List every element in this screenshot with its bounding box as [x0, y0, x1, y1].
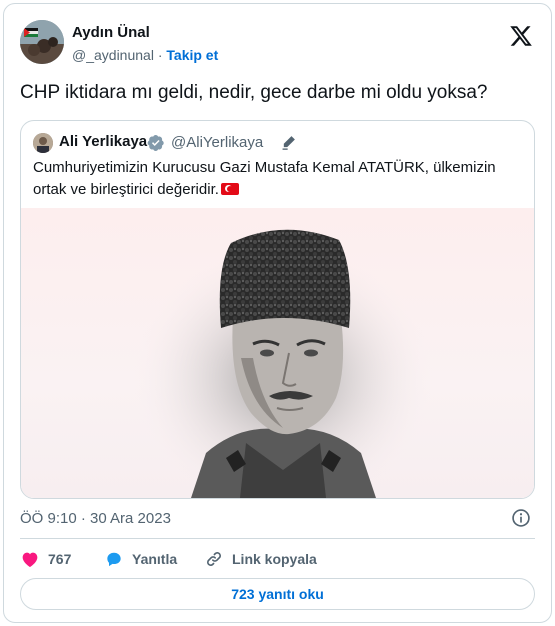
reply-button[interactable]: Yanıtla	[104, 547, 177, 571]
quoted-avatar-image	[33, 133, 53, 153]
tweet-header: Aydın Ünal @_aydinunal · Takip et	[20, 18, 535, 66]
action-bar: 767 Yanıtla Link kopyala	[20, 547, 530, 571]
copy-link-button[interactable]: Link kopyala	[204, 547, 317, 571]
tweet-text: CHP iktidara mı geldi, nedir, gece darbe…	[20, 82, 488, 103]
quoted-author-avatar[interactable]	[33, 133, 53, 153]
quoted-tweet[interactable]: Ali Yerlikaya @AliYerlikaya Cumhuriyetim…	[20, 120, 535, 499]
reply-label: Yanıtla	[132, 551, 178, 567]
quoted-author-name[interactable]: Ali Yerlikaya	[59, 133, 147, 150]
divider	[20, 538, 535, 539]
dot-separator: ·	[157, 47, 163, 63]
x-logo-icon[interactable]	[509, 24, 533, 48]
turkey-flag-icon	[220, 183, 239, 195]
tweet-timestamp[interactable]: ÖÖ 9:10 · 30 Ara 2023	[20, 510, 171, 527]
author-avatar[interactable]	[20, 20, 64, 64]
portrait-illustration	[133, 229, 433, 498]
info-icon[interactable]	[511, 508, 531, 528]
author-handle[interactable]: @_aydinunal	[72, 47, 154, 63]
quoted-author-handle[interactable]: @AliYerlikaya	[171, 134, 263, 151]
avatar-image	[20, 20, 64, 64]
like-button[interactable]: 767	[20, 547, 71, 571]
like-count: 767	[48, 551, 72, 567]
link-icon	[207, 552, 221, 566]
reply-bubble-icon	[107, 552, 121, 567]
verified-badge-icon	[147, 134, 164, 152]
author-handle-line: @_aydinunal · Takip et	[72, 47, 218, 63]
tweet-card: Aydın Ünal @_aydinunal · Takip et CHP ik…	[3, 3, 552, 623]
follow-button[interactable]: Takip et	[166, 47, 218, 63]
heart-icon	[22, 552, 38, 567]
quoted-tweet-image[interactable]	[21, 208, 534, 498]
quoted-tweet-text: Cumhuriyetimizin Kurucusu Gazi Mustafa K…	[33, 157, 525, 201]
read-replies-button[interactable]: 723 yanıtı oku	[20, 578, 535, 610]
copy-link-label: Link kopyala	[232, 551, 317, 567]
author-name[interactable]: Aydın Ünal	[72, 24, 150, 41]
quoted-text-content: Cumhuriyetimizin Kurucusu Gazi Mustafa K…	[33, 159, 496, 198]
edited-pencil-icon	[282, 136, 295, 150]
